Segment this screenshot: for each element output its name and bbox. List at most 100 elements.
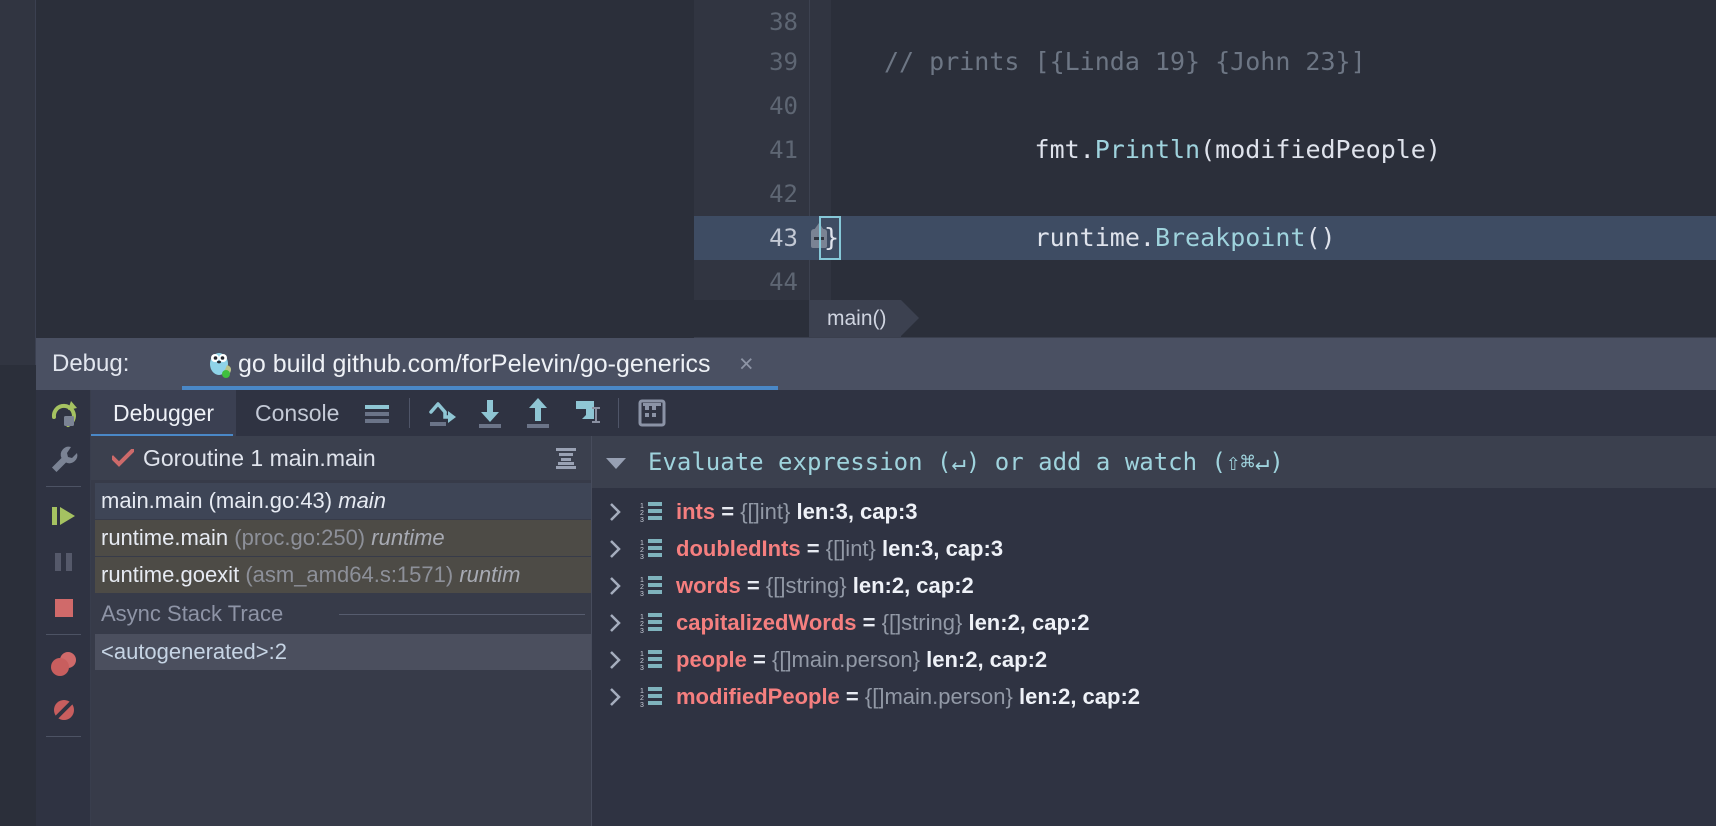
code-comment-39: // prints [{Linda 19} {John 23}] <box>884 47 1366 76</box>
editor-line-42[interactable]: 42 runtime.Breakpoint() <box>694 172 1716 252</box>
ide-window: 38 39 // prints [{Linda 19} {John 23}] 4… <box>0 0 1716 826</box>
stack-frames-icon[interactable] <box>554 447 578 469</box>
stack-frame-row-2[interactable]: runtime.goexit (asm_amd64.s:1571) runtim <box>95 557 591 593</box>
svg-text:2: 2 <box>640 621 644 628</box>
editor-line-40[interactable]: 40 fmt.Println(modifiedPeople) <box>694 84 1716 164</box>
variable-meta: len:2, cap:2 <box>852 573 974 598</box>
variable-name: doubledInts <box>676 536 801 561</box>
array-icon: 1 2 3 <box>640 576 662 597</box>
tab-console[interactable]: Console <box>233 390 361 436</box>
variable-type: {[]main.person} <box>771 647 920 672</box>
goroutine-label: Goroutine 1 main.main <box>143 445 376 471</box>
variable-name: ints <box>676 499 716 524</box>
variable-row-capitalizedWords[interactable]: 1 2 3 capitalizedWords = {[]string} len:… <box>592 604 1716 641</box>
toolbar-divider-1 <box>409 398 410 428</box>
show-execution-point-icon <box>365 405 389 423</box>
step-out-button[interactable] <box>520 395 556 431</box>
line-number-40: 40 <box>769 92 798 120</box>
chevron-right-icon[interactable] <box>609 687 621 707</box>
tab-debugger[interactable]: Debugger <box>91 390 237 436</box>
variable-meta: len:2, cap:2 <box>1018 684 1141 709</box>
array-icon: 1 2 3 <box>640 650 662 671</box>
variable-row-ints[interactable]: 1 2 3 ints = {[]int} len:3, cap:3 <box>592 493 1716 530</box>
frame-fn-name: main.main <box>101 488 203 513</box>
svg-text:1: 1 <box>640 503 644 510</box>
array-icon: 1 2 3 <box>640 539 662 560</box>
step-into-button[interactable] <box>472 395 508 431</box>
evaluate-expression-button[interactable] <box>634 395 670 431</box>
variable-row-words[interactable]: 1 2 3 words = {[]string} len:2, cap:2 <box>592 567 1716 604</box>
editor-line-43[interactable]: 43 } <box>694 216 1716 260</box>
rerun-icon <box>51 401 77 427</box>
svg-text:2: 2 <box>640 584 644 591</box>
force-step-into-button[interactable] <box>568 395 604 431</box>
stop-button[interactable] <box>44 588 84 628</box>
goroutine-selector[interactable]: Goroutine 1 main.main <box>91 436 591 480</box>
line-number-43: 43 <box>769 224 798 252</box>
variable-type: {[]int} <box>825 536 876 561</box>
resume-program-button[interactable] <box>44 496 84 536</box>
editor-line-38[interactable]: 38 <box>694 0 1716 44</box>
variable-row-doubledInts[interactable]: 1 2 3 doubledInts = {[]int} len:3, cap:3 <box>592 530 1716 567</box>
svg-text:1: 1 <box>640 651 644 658</box>
close-icon[interactable]: × <box>739 338 754 390</box>
svg-text:1: 1 <box>640 577 644 584</box>
svg-text:3: 3 <box>640 702 644 708</box>
step-out-icon <box>527 398 549 428</box>
chevron-right-icon[interactable] <box>609 576 621 596</box>
editor-line-41[interactable]: 41 <box>694 128 1716 172</box>
breadcrumb-main[interactable]: main() <box>809 300 918 337</box>
variable-type: {[]string} <box>881 610 963 635</box>
chevron-down-icon[interactable] <box>606 458 626 469</box>
chevron-right-icon[interactable] <box>609 613 621 633</box>
variable-row-people[interactable]: 1 2 3 people = {[]main.person} len:2, ca… <box>592 641 1716 678</box>
frame-package: runtim <box>459 562 521 587</box>
frame-location: (asm_amd64.s:1571) <box>245 562 454 587</box>
chevron-right-icon[interactable] <box>609 502 621 522</box>
check-icon <box>112 449 134 467</box>
svg-text:3: 3 <box>640 554 644 560</box>
editor-empty-area <box>37 0 694 365</box>
pause-program-button[interactable] <box>44 542 84 582</box>
rerun-button[interactable] <box>44 394 84 434</box>
text-caret <box>819 216 841 260</box>
variable-row-modifiedPeople[interactable]: 1 2 3 modifiedPeople = {[]main.person} l… <box>592 678 1716 715</box>
stack-frame-row-1[interactable]: runtime.main (proc.go:250) runtime <box>95 520 591 556</box>
pause-program-icon <box>55 553 72 571</box>
frame-location: (main.go:43) <box>208 488 333 513</box>
chevron-right-icon[interactable] <box>609 539 621 559</box>
evaluate-expression-icon <box>638 399 666 427</box>
settings-wrench-icon <box>52 446 78 472</box>
toolbar-divider-2 <box>618 398 619 428</box>
evaluate-expression-hint: Evaluate expression (↵) or add a watch (… <box>648 448 1284 476</box>
mute-breakpoints-button[interactable] <box>44 690 84 730</box>
stack-frame-row-0[interactable]: main.main (main.go:43) main <box>95 483 591 519</box>
show-execution-point-button[interactable] <box>359 395 395 431</box>
step-over-button[interactable] <box>424 395 460 431</box>
editor-left-gutter-strip <box>0 0 36 365</box>
view-breakpoints-icon <box>51 652 76 676</box>
variable-meta: len:3, cap:3 <box>796 499 918 524</box>
frame-location: (proc.go:250) <box>234 525 366 550</box>
array-icon: 1 2 3 <box>640 502 662 523</box>
svg-text:3: 3 <box>640 591 644 597</box>
step-over-icon <box>429 402 456 426</box>
rail-divider-3 <box>46 736 81 737</box>
line-number-39: 39 <box>769 48 798 76</box>
debug-label: Debug: <box>52 350 130 377</box>
editor-line-44[interactable]: 44 <box>694 260 1716 304</box>
variable-type: {[]int} <box>740 499 791 524</box>
frames-panel: Goroutine 1 main.main main.main (main.go… <box>91 436 591 826</box>
frame-package: runtime <box>371 525 445 550</box>
frame-package: main <box>338 488 386 513</box>
line-number-41: 41 <box>769 136 798 164</box>
view-breakpoints-button[interactable] <box>44 644 84 684</box>
editor-line-39[interactable]: 39 // prints [{Linda 19} {John 23}] <box>694 40 1716 84</box>
mute-breakpoints-icon <box>52 698 76 722</box>
debug-settings-button[interactable] <box>44 440 84 480</box>
chevron-right-icon[interactable] <box>609 650 621 670</box>
variable-meta: len:2, cap:2 <box>968 610 1090 635</box>
svg-text:3: 3 <box>640 628 644 634</box>
evaluate-expression-row[interactable]: Evaluate expression (↵) or add a watch (… <box>592 436 1716 488</box>
async-stack-frame-row[interactable]: <autogenerated>:2 <box>95 634 591 670</box>
